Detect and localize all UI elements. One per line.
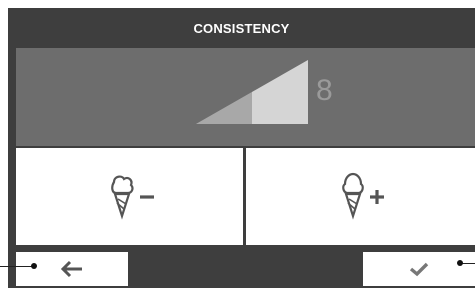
consistency-level-value: 8 [316,74,333,107]
back-button-callout-line [0,266,34,267]
ice-cream-minus-icon [110,175,154,220]
consistency-level-panel: 8 [16,48,475,146]
device-screen: CONSISTENCY 8 [8,8,475,288]
decrease-consistency-button[interactable] [16,148,243,245]
title-bar: CONSISTENCY [8,8,475,48]
increase-consistency-button[interactable] [246,148,475,245]
wedge-fill-dark [196,92,252,124]
wedge-fill-light [252,60,308,124]
checkmark-icon [409,262,429,277]
consistency-wedge-indicator [196,60,308,124]
back-button-callout-dot [31,263,37,269]
page-title: CONSISTENCY [193,20,290,36]
ice-cream-plus-icon [341,172,384,220]
confirm-button-callout-dot [457,260,463,266]
confirm-button[interactable] [363,252,475,286]
arrow-left-icon [60,260,82,278]
back-button[interactable] [16,252,128,286]
